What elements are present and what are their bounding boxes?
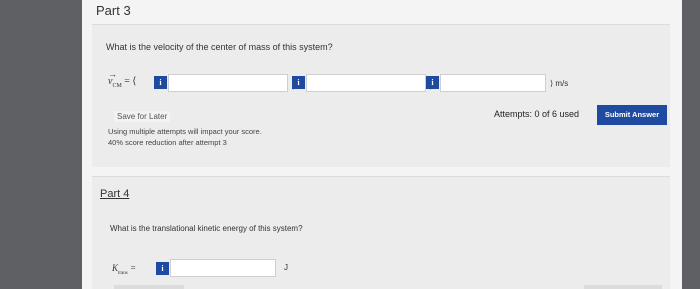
assignment-page: Part 3 What is the velocity of the cente… bbox=[82, 0, 682, 289]
submit-answer-button-partial[interactable] bbox=[584, 285, 662, 289]
part4-panel: Part 4 What is the translational kinetic… bbox=[92, 176, 670, 289]
part4-title[interactable]: Part 4 bbox=[100, 188, 129, 200]
part3-panel: What is the velocity of the center of ma… bbox=[92, 24, 670, 167]
vcm-x-input[interactable] bbox=[168, 74, 288, 92]
submit-answer-button[interactable]: Submit Answer bbox=[597, 105, 667, 125]
energy-unit: J bbox=[284, 263, 288, 272]
info-icon[interactable]: i bbox=[426, 76, 439, 89]
score-reduction-note: 40% score reduction after attempt 3 bbox=[108, 138, 227, 147]
info-icon[interactable]: i bbox=[292, 76, 305, 89]
k-equals: = bbox=[130, 263, 137, 273]
k-subscript: trans bbox=[118, 270, 128, 276]
vcm-z-input[interactable] bbox=[440, 74, 546, 92]
save-for-later-button[interactable]: Save for Later bbox=[114, 111, 171, 122]
ktrans-input[interactable] bbox=[170, 259, 276, 277]
part4-question: What is the translational kinetic energy… bbox=[110, 224, 303, 233]
vector-subscript: CM bbox=[112, 83, 122, 89]
part3-title: Part 3 bbox=[96, 3, 131, 18]
save-for-later-button-partial[interactable] bbox=[114, 285, 184, 289]
velocity-cm-label: → vCM = ⟨ bbox=[108, 69, 137, 89]
vcm-y-input[interactable] bbox=[306, 74, 426, 92]
info-icon[interactable]: i bbox=[154, 76, 167, 89]
vector-arrow: → bbox=[108, 69, 117, 79]
attempts-note: Using multiple attempts will impact your… bbox=[108, 127, 262, 136]
part3-question: What is the velocity of the center of ma… bbox=[106, 42, 333, 52]
vector-equals: = ⟨ bbox=[124, 76, 137, 87]
kinetic-energy-label: Ktrans = bbox=[112, 263, 136, 276]
velocity-unit: ⟩ m/s bbox=[550, 79, 569, 88]
attempts-counter: Attempts: 0 of 6 used bbox=[494, 109, 580, 119]
info-icon[interactable]: i bbox=[156, 262, 169, 275]
